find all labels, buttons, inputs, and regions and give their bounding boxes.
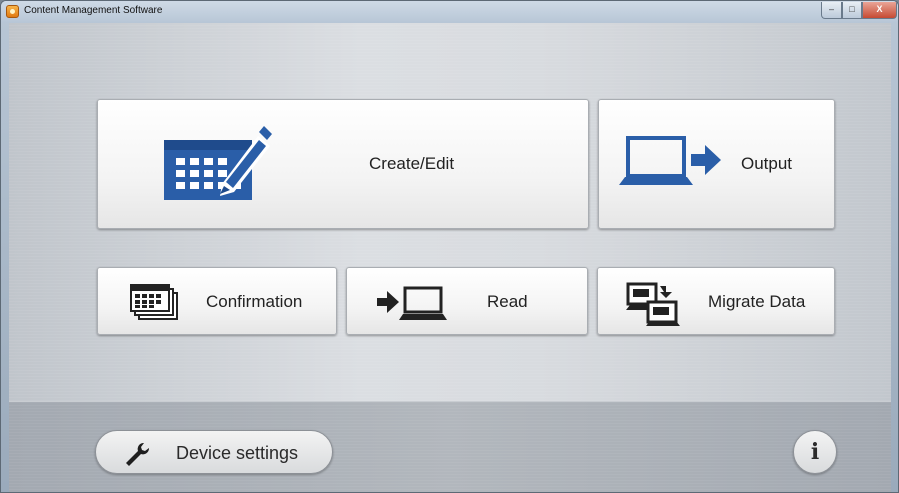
migrate-data-button[interactable]: Migrate Data: [597, 267, 835, 335]
create-edit-label: Create/Edit: [369, 154, 455, 173]
app-logo-icon: [6, 5, 19, 18]
confirmation-button[interactable]: Confirmation: [97, 267, 337, 335]
info-button[interactable]: i: [793, 430, 837, 474]
wrench-icon: [126, 442, 150, 466]
device-settings-button[interactable]: Device settings: [95, 430, 333, 474]
device-settings-label: Device settings: [176, 443, 299, 463]
app-window: Content Management Software – □ X Create…: [0, 0, 899, 493]
minimize-button[interactable]: –: [821, 2, 842, 19]
read-button[interactable]: Read: [346, 267, 588, 335]
window-title: Content Management Software: [24, 5, 163, 16]
read-label: Read: [487, 292, 528, 311]
arrow-into-laptop-icon: [377, 286, 447, 320]
title-bar[interactable]: Content Management Software – □ X: [1, 1, 898, 23]
create-edit-button[interactable]: Create/Edit: [97, 99, 589, 229]
close-button[interactable]: X: [862, 2, 897, 19]
stacked-calendars-icon: [130, 284, 178, 320]
output-button[interactable]: Output: [598, 99, 835, 229]
confirmation-label: Confirmation: [206, 292, 303, 311]
migrate-data-label: Migrate Data: [708, 292, 806, 311]
output-label: Output: [741, 154, 793, 173]
laptop-arrow-out-icon: [619, 136, 721, 185]
migrate-folders-icon: [626, 282, 680, 326]
maximize-button[interactable]: □: [842, 2, 862, 19]
client-area: Create/Edit Output Confirmation Read Mig…: [9, 23, 891, 492]
calendar-edit-icon: [164, 126, 272, 200]
info-icon: i: [810, 439, 820, 465]
